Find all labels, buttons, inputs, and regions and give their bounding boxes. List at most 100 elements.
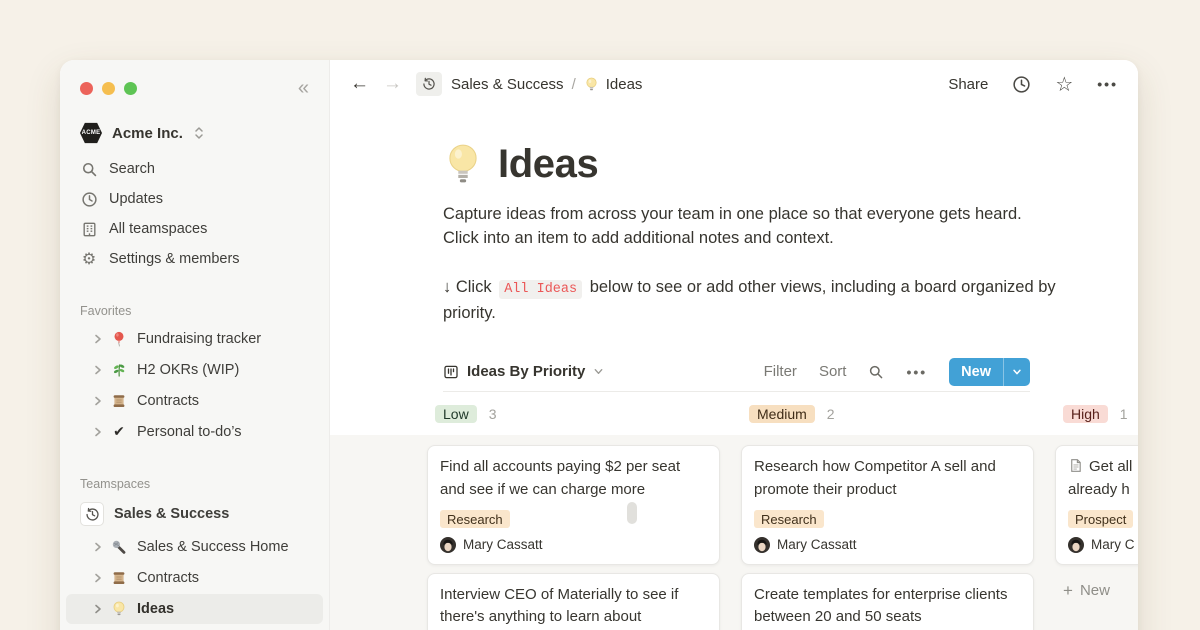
board-view-icon bbox=[443, 364, 459, 380]
column-header-medium[interactable]: Medium 2 bbox=[741, 405, 1034, 423]
card-assignee: Mary Cassatt bbox=[440, 537, 707, 553]
sidebar-item-label: Search bbox=[109, 161, 155, 177]
sort-button[interactable]: Sort bbox=[819, 363, 847, 380]
sidebar-item-contracts-team[interactable]: Contracts bbox=[66, 563, 323, 593]
microphone-icon bbox=[110, 539, 128, 555]
board-column-medium: Research how Competitor A sell and promo… bbox=[741, 445, 1034, 630]
plus-icon: + bbox=[1063, 581, 1073, 601]
view-selector[interactable]: Ideas By Priority bbox=[443, 363, 604, 380]
filter-button[interactable]: Filter bbox=[764, 363, 797, 380]
column-header-low[interactable]: Low 3 bbox=[427, 405, 720, 423]
chevron-right-icon[interactable] bbox=[90, 604, 106, 614]
new-button[interactable]: New bbox=[949, 358, 1030, 386]
minimize-window-button[interactable] bbox=[102, 82, 115, 95]
sidebar-item-contracts-fav[interactable]: Contracts bbox=[66, 386, 323, 416]
sidebar-item-fundraising-tracker[interactable]: Fundraising tracker bbox=[66, 324, 323, 354]
zoom-window-button[interactable] bbox=[124, 82, 137, 95]
callout-prefix: ↓ Click bbox=[443, 278, 492, 296]
chevron-right-icon[interactable] bbox=[90, 427, 106, 437]
scrollbar-thumb[interactable] bbox=[627, 502, 637, 524]
star-icon[interactable]: ☆ bbox=[1055, 74, 1073, 94]
close-window-button[interactable] bbox=[80, 82, 93, 95]
sidebar-item-updates[interactable]: Updates bbox=[60, 184, 329, 214]
card[interactable]: Research how Competitor A sell and promo… bbox=[741, 445, 1034, 565]
board-column-high: Get all already h Prospect Mary C bbox=[1055, 445, 1138, 601]
avatar bbox=[754, 537, 770, 553]
priority-pill-medium: Medium bbox=[749, 405, 815, 423]
chevron-down-icon[interactable] bbox=[1004, 358, 1030, 386]
card[interactable]: Get all already h Prospect Mary C bbox=[1055, 445, 1138, 565]
card-title: Research how Competitor A sell and promo… bbox=[754, 456, 1021, 501]
sidebar-item-label: Settings & members bbox=[109, 251, 240, 267]
page-title: Ideas bbox=[498, 142, 598, 187]
breadcrumb-page-label: Ideas bbox=[606, 76, 643, 93]
card-title: Create templates for enterprise clients … bbox=[754, 584, 1021, 629]
topbar: ← → Sales & Success / bbox=[330, 60, 1138, 108]
balloon-icon bbox=[110, 331, 128, 347]
card-title: Interview CEO of Materially to see if th… bbox=[440, 584, 707, 630]
inline-code: All Ideas bbox=[499, 280, 582, 299]
sidebar-item-personal-todos[interactable]: ✔ Personal to-do’s bbox=[66, 417, 323, 447]
board: Find all accounts paying $2 per seat and… bbox=[330, 435, 1138, 630]
gear-icon: ⚙ bbox=[80, 251, 98, 267]
card[interactable]: Create templates for enterprise clients … bbox=[741, 573, 1034, 630]
priority-pill-high: High bbox=[1063, 405, 1108, 423]
back-arrow-icon[interactable]: ← bbox=[350, 73, 369, 95]
column-count: 1 bbox=[1120, 406, 1128, 422]
avatar bbox=[1068, 537, 1084, 553]
search-icon[interactable] bbox=[868, 364, 884, 380]
chevron-right-icon[interactable] bbox=[90, 573, 106, 583]
board-column-headers: Low 3 Medium 2 High 1 bbox=[427, 392, 1138, 435]
workspace-name: Acme Inc. bbox=[112, 125, 183, 142]
forward-arrow-icon[interactable]: → bbox=[383, 73, 402, 95]
chevron-right-icon[interactable] bbox=[90, 542, 106, 552]
sidebar-item-label: All teamspaces bbox=[109, 221, 207, 237]
breadcrumb-separator: / bbox=[572, 76, 576, 93]
main-content: ← → Sales & Success / bbox=[330, 60, 1138, 630]
column-header-high[interactable]: High 1 bbox=[1055, 405, 1138, 423]
clock-icon bbox=[80, 191, 98, 208]
sidebar-collapse-icon[interactable]: « bbox=[298, 78, 309, 98]
sidebar-item-settings[interactable]: ⚙ Settings & members bbox=[60, 244, 329, 274]
view-more-options-icon[interactable]: ••• bbox=[906, 364, 927, 380]
sidebar-item-h2-okrs[interactable]: H2 OKRs (WIP) bbox=[66, 355, 323, 385]
clock-icon[interactable] bbox=[1012, 75, 1031, 94]
herb-icon bbox=[110, 362, 128, 378]
sidebar-item-crm[interactable]: CRM bbox=[66, 625, 323, 630]
light-bulb-icon bbox=[584, 77, 599, 92]
sidebar-item-search[interactable]: Search bbox=[60, 154, 329, 184]
chevron-right-icon[interactable] bbox=[90, 334, 106, 344]
sidebar-item-label: Personal to-do’s bbox=[137, 424, 242, 440]
sidebar-item-label: H2 OKRs (WIP) bbox=[137, 362, 239, 378]
sidebar-item-sales-success-home[interactable]: Sales & Success Home bbox=[66, 532, 323, 562]
assignee-name: Mary C bbox=[1091, 537, 1135, 552]
sidebar-item-label: Updates bbox=[109, 191, 163, 207]
card-assignee: Mary Cassatt bbox=[754, 537, 1021, 553]
chevron-right-icon[interactable] bbox=[90, 396, 106, 406]
column-count: 2 bbox=[827, 406, 835, 422]
card[interactable]: Interview CEO of Materially to see if th… bbox=[427, 573, 720, 630]
more-options-icon[interactable]: ••• bbox=[1097, 76, 1118, 92]
share-button[interactable]: Share bbox=[948, 76, 988, 93]
workspace-switcher[interactable]: ACME Acme Inc. bbox=[68, 118, 321, 148]
breadcrumb-page[interactable]: Ideas bbox=[584, 76, 643, 93]
add-card-button[interactable]: + New bbox=[1063, 581, 1138, 601]
scroll-icon bbox=[110, 393, 128, 409]
column-count: 3 bbox=[489, 406, 497, 422]
card-title: Get all already h bbox=[1068, 456, 1138, 501]
breadcrumb-root[interactable]: Sales & Success bbox=[451, 76, 564, 93]
sidebar-item-sales-success[interactable]: Sales & Success bbox=[66, 497, 323, 531]
document-icon bbox=[1068, 458, 1083, 473]
sidebar-item-ideas[interactable]: Ideas bbox=[66, 594, 323, 624]
priority-pill-low: Low bbox=[435, 405, 477, 423]
building-icon bbox=[80, 221, 98, 238]
card[interactable]: Find all accounts paying $2 per seat and… bbox=[427, 445, 720, 565]
breadcrumb-teamspace-icon[interactable] bbox=[416, 72, 442, 96]
chevron-right-icon[interactable] bbox=[90, 365, 106, 375]
window-controls: « bbox=[60, 80, 329, 96]
sidebar-item-all-teamspaces[interactable]: All teamspaces bbox=[60, 214, 329, 244]
sidebar-item-label: Contracts bbox=[137, 570, 199, 586]
tag-research: Research bbox=[440, 510, 510, 528]
new-button-label[interactable]: New bbox=[949, 358, 1003, 386]
card-title: Find all accounts paying $2 per seat and… bbox=[440, 456, 707, 501]
